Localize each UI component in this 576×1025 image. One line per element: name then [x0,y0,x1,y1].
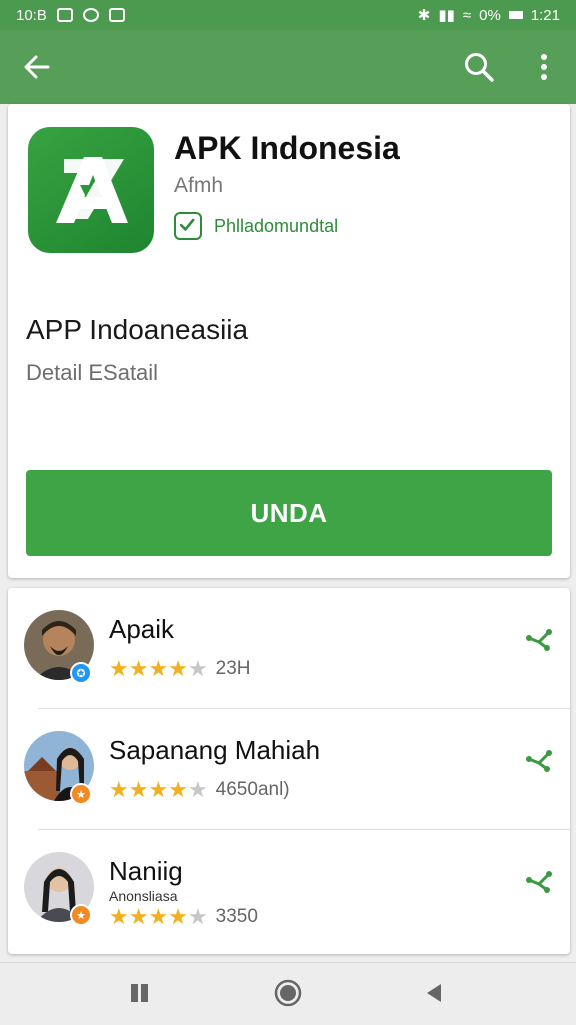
rating-stars: ★ ★ ★ ★ ★ 3350 [109,906,258,928]
share-icon[interactable] [525,747,553,773]
reviews-list-card: ✪ Apaik ★ ★ ★ ★ ★ 23H ★ Sapanang Mahiah … [8,588,570,954]
status-clock: 1:21 [530,6,560,24]
app-bar [0,30,576,104]
notification-icon [82,8,99,22]
system-nav-bar [0,962,576,1025]
rating-stars: ★ ★ ★ ★ ★ 4650anl) [109,779,290,801]
app-title: APK Indonesia [174,130,400,166]
more-vert-icon[interactable] [530,50,558,84]
battery-percent: 0% [479,6,501,24]
rating-count: 3350 [215,906,258,927]
star-icon: ★ [168,656,188,681]
list-item-name: Naniig [109,856,183,886]
verified-row: Phlladomundtal [174,212,338,240]
star-icon: ★ [128,656,149,681]
star-badge-icon: ★ [70,783,92,805]
star-icon: ★ [128,777,149,802]
details-subtitle: Detail ESatail [26,360,159,385]
star-badge-icon: ★ [70,904,92,926]
rating-count: 4650anl) [215,779,290,800]
bluetooth-icon: ✱ [417,7,431,24]
status-bar: 10:B ✱ ▮▮ ≈ 0% 1:21 [0,0,576,30]
install-button[interactable]: UNDA [26,470,552,556]
rating-stars: ★ ★ ★ ★ ★ 23H [109,658,251,680]
star-icon: ★ [128,904,149,929]
signal-icon: ▮▮ [438,7,455,24]
star-empty-icon: ★ [187,904,208,929]
share-icon[interactable] [525,868,553,894]
battery-icon [508,11,523,19]
details-title: APP Indoaneasiia [26,314,249,345]
check-icon [174,212,202,240]
list-item[interactable]: ★ Naniig Anonsliasa ★ ★ ★ ★ ★ 3350 [8,830,570,950]
recent-apps-icon[interactable] [128,981,152,1005]
app-logo-icon [56,157,128,223]
app-developer[interactable]: Afmh [174,174,223,198]
list-item-name: Sapanang Mahiah [109,735,321,765]
star-icon: ★ [109,656,129,681]
rating-count: 23H [215,658,251,679]
star-icon: ★ [168,904,188,929]
star-icon: ★ [109,904,129,929]
star-empty-icon: ★ [187,777,208,802]
notification-icon [56,8,73,22]
back-triangle-icon[interactable] [424,981,444,1005]
list-item-name: Apaik [109,614,175,644]
home-icon[interactable] [274,979,302,1007]
list-item[interactable]: ★ Sapanang Mahiah ★ ★ ★ ★ ★ 4650anl) [8,709,570,829]
app-logo [28,127,154,253]
list-item[interactable]: ✪ Apaik ★ ★ ★ ★ ★ 23H [8,588,570,708]
star-icon: ★ [109,777,129,802]
search-icon[interactable] [462,50,496,84]
star-icon: ★ [148,904,169,929]
status-time-left: 10:B [16,6,47,24]
star-icon: ★ [168,777,188,802]
verified-label: Phlladomundtal [214,215,339,236]
wifi-icon: ≈ [462,6,472,24]
star-icon: ★ [148,656,169,681]
star-icon: ★ [148,777,169,802]
star-badge-icon: ✪ [70,662,92,684]
app-detail-card: APK Indonesia Afmh Phlladomundtal APP In… [8,104,570,578]
list-item-subtitle: Anonsliasa [109,888,178,904]
star-empty-icon: ★ [187,656,208,681]
arrow-left-icon[interactable] [22,52,52,82]
share-icon[interactable] [525,626,553,652]
notification-icon [108,8,125,22]
